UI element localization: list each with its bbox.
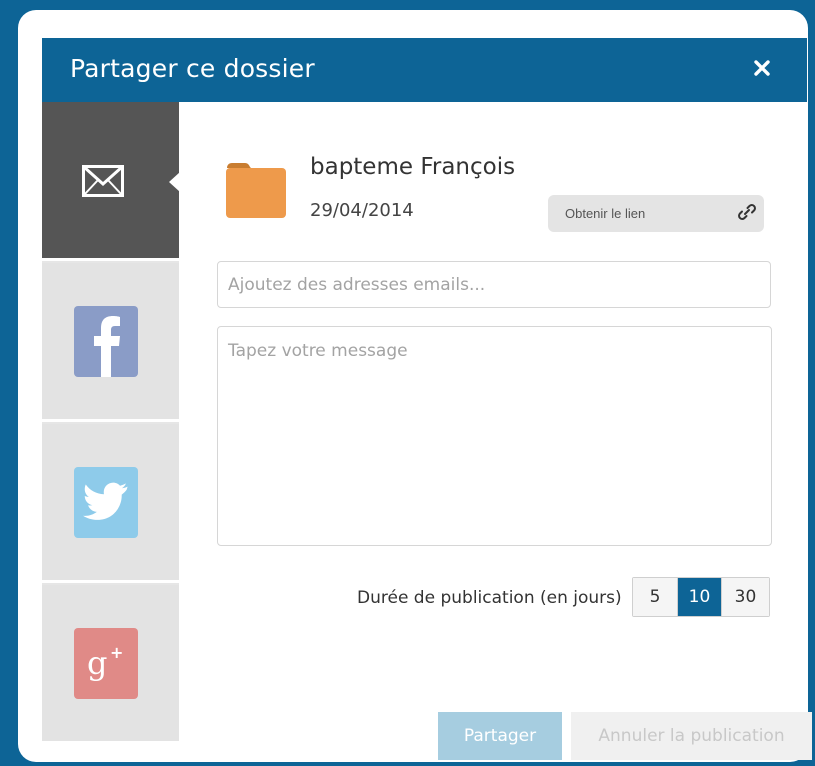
email-input[interactable] (217, 261, 771, 308)
facebook-icon (74, 306, 138, 377)
sidebar-item-facebook[interactable] (42, 263, 179, 422)
share-content: bapteme François 29/04/2014 Obtenir le l… (179, 102, 812, 760)
share-button[interactable]: Partager (438, 712, 562, 760)
page-background: Partager ce dossier g + bapteme François… (0, 0, 815, 766)
folder-name: bapteme François (310, 154, 516, 180)
duration-option-30[interactable]: 30 (722, 578, 769, 616)
message-textarea[interactable] (217, 326, 772, 546)
sidebar-item-google-plus[interactable]: g + (42, 585, 179, 744)
folder-icon (226, 163, 286, 218)
sidebar-item-email[interactable] (42, 102, 180, 261)
get-link-label: Obtenir le lien (565, 206, 646, 221)
sidebar-item-twitter[interactable] (42, 424, 179, 583)
duration-label: Durée de publication (en jours) (357, 588, 622, 608)
share-sidebar: g + (42, 102, 180, 744)
share-dialog: Partager ce dossier g + bapteme François… (42, 38, 812, 760)
link-icon (738, 204, 756, 220)
duration-option-5[interactable]: 5 (633, 578, 678, 616)
close-button[interactable] (749, 55, 775, 81)
cancel-publication-button[interactable]: Annuler la publication (571, 712, 812, 760)
close-icon (754, 60, 770, 76)
duration-selector: 5 10 30 (632, 577, 770, 617)
google-plus-icon: g + (74, 628, 138, 699)
duration-option-10[interactable]: 10 (678, 578, 722, 616)
dialog-header: Partager ce dossier (42, 38, 807, 102)
twitter-icon (74, 467, 138, 538)
envelope-icon (82, 165, 124, 197)
dialog-title: Partager ce dossier (70, 54, 315, 83)
svg-text:g: g (87, 644, 107, 682)
folder-date: 29/04/2014 (310, 200, 414, 221)
svg-text:+: + (110, 643, 123, 662)
get-link-button[interactable]: Obtenir le lien (548, 195, 764, 232)
